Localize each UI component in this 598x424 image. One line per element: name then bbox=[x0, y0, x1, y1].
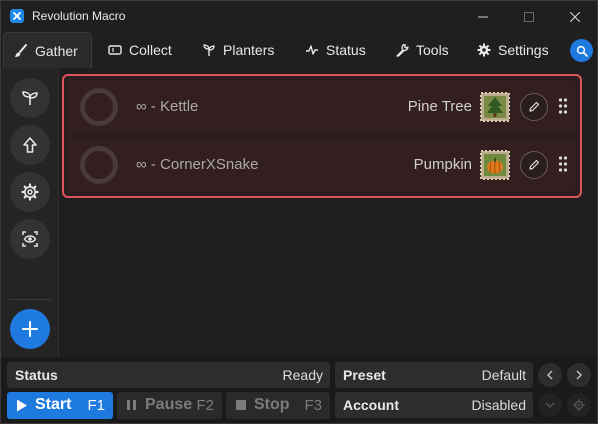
search-icon bbox=[576, 45, 588, 57]
list-item[interactable]: ∞ - CornerXSnake Pumpkin bbox=[68, 138, 576, 192]
chevron-down-icon bbox=[545, 402, 555, 409]
status-value: Ready bbox=[282, 367, 323, 383]
sidebar-upload-button[interactable] bbox=[10, 125, 50, 165]
pause-hotkey: F2 bbox=[196, 397, 214, 414]
progress-ring bbox=[80, 88, 118, 126]
sprout-icon bbox=[203, 44, 215, 56]
status-label: Status bbox=[15, 367, 58, 383]
edit-button[interactable] bbox=[520, 151, 548, 179]
pencil-icon bbox=[529, 159, 540, 170]
start-button[interactable]: Start F1 bbox=[7, 392, 113, 419]
field-name: Pine Tree bbox=[407, 98, 472, 115]
tab-label: Status bbox=[326, 42, 366, 58]
sidebar-vision-button[interactable] bbox=[10, 219, 50, 259]
title-bar: Revolution Macro bbox=[1, 1, 597, 32]
pause-button[interactable]: Pause F2 bbox=[117, 392, 222, 419]
eye-scan-icon bbox=[22, 231, 38, 247]
tab-collect[interactable]: Collect bbox=[98, 32, 172, 68]
tab-settings[interactable]: Settings bbox=[467, 32, 549, 68]
tab-label: Planters bbox=[223, 42, 275, 58]
gear-icon bbox=[573, 399, 585, 411]
tab-planters[interactable]: Planters bbox=[192, 32, 274, 68]
gather-list: ∞ - Kettle Pine Tree ∞ - CornerXSnake Pu… bbox=[62, 74, 582, 198]
tab-label: Collect bbox=[129, 42, 172, 58]
close-button[interactable] bbox=[552, 1, 598, 32]
drag-handle-icon[interactable] bbox=[558, 97, 568, 115]
field-name: Pumpkin bbox=[413, 156, 472, 173]
ticket-icon bbox=[108, 45, 122, 55]
main-panel: ∞ - Kettle Pine Tree ∞ - CornerXSnake Pu… bbox=[59, 68, 597, 357]
status-field: Status Ready bbox=[7, 362, 330, 388]
pause-icon bbox=[127, 400, 136, 410]
chevron-left-icon bbox=[546, 370, 553, 380]
tab-status[interactable]: Status bbox=[295, 32, 366, 68]
chevron-right-icon bbox=[576, 370, 583, 380]
stop-icon bbox=[236, 400, 246, 410]
start-label: Start bbox=[35, 396, 72, 413]
gear-icon bbox=[21, 183, 39, 201]
preset-select[interactable]: Preset Default bbox=[335, 362, 533, 388]
sidebar-divider bbox=[9, 299, 51, 300]
add-button[interactable] bbox=[10, 309, 50, 349]
window-title: Revolution Macro bbox=[32, 9, 126, 23]
pause-label: Pause bbox=[145, 396, 193, 413]
preset-value: Default bbox=[481, 367, 526, 383]
preset-next-button[interactable] bbox=[567, 363, 591, 387]
tab-label: Tools bbox=[416, 42, 449, 58]
control-bar: Status Ready Preset Default Start F1 Pau… bbox=[1, 357, 597, 423]
account-dropdown-button[interactable] bbox=[538, 393, 562, 417]
account-select[interactable]: Account Disabled bbox=[335, 392, 533, 418]
list-item[interactable]: ∞ - Kettle Pine Tree bbox=[68, 80, 576, 134]
edit-button[interactable] bbox=[520, 93, 548, 121]
wrench-icon bbox=[396, 43, 409, 57]
sidebar-settings-button[interactable] bbox=[10, 172, 50, 212]
stop-label: Stop bbox=[254, 396, 290, 413]
tab-gather[interactable]: Gather bbox=[3, 32, 92, 68]
preset-prev-button[interactable] bbox=[538, 363, 562, 387]
gather-item-label: ∞ - CornerXSnake bbox=[136, 156, 259, 173]
tab-bar: Gather Collect Planters Status Tools Set… bbox=[1, 32, 597, 68]
arrow-up-icon bbox=[23, 137, 37, 153]
sidebar bbox=[1, 68, 59, 357]
maximize-button[interactable] bbox=[506, 1, 552, 32]
tab-label: Gather bbox=[35, 42, 78, 59]
sprout-icon bbox=[22, 91, 38, 105]
start-hotkey: F1 bbox=[87, 397, 105, 414]
progress-ring bbox=[80, 146, 118, 184]
account-settings-button[interactable] bbox=[567, 393, 591, 417]
tab-tools[interactable]: Tools bbox=[385, 32, 449, 68]
tab-label: Settings bbox=[498, 42, 549, 58]
pine-tree-stamp-icon bbox=[480, 92, 510, 122]
drag-handle-icon[interactable] bbox=[558, 155, 568, 173]
pulse-icon bbox=[306, 45, 318, 55]
account-value: Disabled bbox=[471, 397, 526, 413]
stop-hotkey: F3 bbox=[304, 397, 322, 414]
play-icon bbox=[17, 399, 27, 412]
gear-icon bbox=[477, 43, 491, 57]
sidebar-sprout-button[interactable] bbox=[10, 78, 50, 118]
search-button[interactable] bbox=[570, 39, 593, 62]
stop-button[interactable]: Stop F3 bbox=[226, 392, 330, 419]
brush-icon bbox=[15, 43, 27, 57]
minimize-button[interactable] bbox=[460, 1, 506, 32]
gather-item-label: ∞ - Kettle bbox=[136, 98, 199, 115]
preset-label: Preset bbox=[343, 367, 386, 383]
plus-icon bbox=[22, 321, 38, 337]
pumpkin-stamp-icon bbox=[480, 150, 510, 180]
pencil-icon bbox=[529, 101, 540, 112]
app-logo-icon bbox=[10, 9, 24, 23]
app-window: Revolution Macro Gather Collect Planters… bbox=[0, 0, 598, 424]
account-label: Account bbox=[343, 397, 399, 413]
